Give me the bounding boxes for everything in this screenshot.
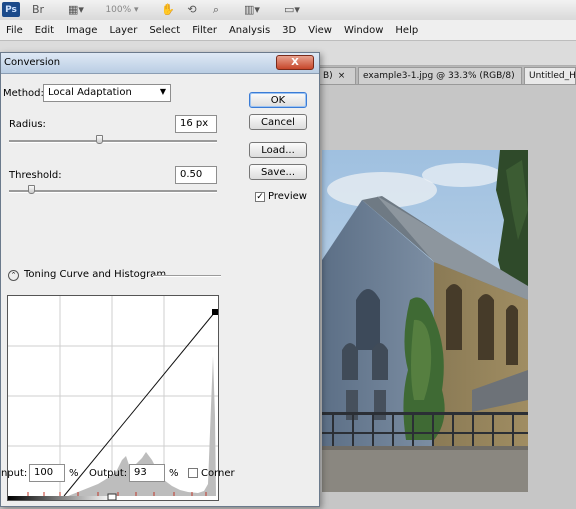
zoom-level-value: 100% bbox=[105, 4, 132, 15]
corner-checkbox[interactable] bbox=[188, 468, 198, 478]
threshold-slider-track[interactable] bbox=[9, 190, 217, 193]
method-label: Method: bbox=[3, 88, 44, 99]
cancel-button[interactable]: Cancel bbox=[249, 114, 307, 130]
radius-slider-track[interactable] bbox=[9, 140, 217, 143]
output-field[interactable]: 93 bbox=[129, 464, 165, 482]
document-image[interactable] bbox=[322, 150, 528, 492]
menu-analysis[interactable]: Analysis bbox=[223, 25, 276, 36]
output-label: Output: bbox=[89, 468, 128, 479]
output-unit: % bbox=[169, 468, 179, 479]
menu-help[interactable]: Help bbox=[389, 25, 424, 36]
chevron-down-icon: ▼ bbox=[159, 87, 166, 96]
tone-gradient-strip bbox=[8, 496, 112, 500]
output-value: 93 bbox=[134, 467, 147, 478]
menu-filter[interactable]: Filter bbox=[186, 25, 223, 36]
menu-file[interactable]: File bbox=[0, 25, 29, 36]
threshold-field[interactable]: 0.50 bbox=[175, 166, 217, 184]
doc-tab-example3[interactable]: example3-1.jpg @ 33.3% (RGB/8) × bbox=[358, 67, 522, 84]
radius-slider-handle[interactable] bbox=[96, 135, 103, 144]
preview-checkbox[interactable]: ✓ bbox=[255, 192, 265, 202]
method-value: Local Adaptation bbox=[48, 87, 132, 98]
zoom-level-box[interactable]: 100% ▾ bbox=[100, 2, 144, 17]
doc-tab-untitled-hdr[interactable]: Untitled_HD bbox=[524, 67, 576, 84]
threshold-label: Threshold: bbox=[9, 170, 62, 181]
method-dropdown[interactable]: Local Adaptation ▼ bbox=[43, 84, 171, 102]
application-bar: Ps Br ▦▾ 100% ▾ ✋ ⟲ ⌕ ▥▾ ▭▾ bbox=[0, 0, 576, 21]
menu-3d[interactable]: 3D bbox=[276, 25, 302, 36]
doc-tab-label: B) bbox=[323, 71, 333, 81]
close-icon[interactable]: × bbox=[338, 71, 346, 81]
collapse-toggle-icon[interactable]: ⌃ bbox=[8, 270, 19, 281]
zoom-icon[interactable]: ⌕ bbox=[208, 2, 224, 17]
menu-select[interactable]: Select bbox=[143, 25, 186, 36]
menu-edit[interactable]: Edit bbox=[29, 25, 60, 36]
load-label: Load... bbox=[261, 144, 295, 156]
close-icon: X bbox=[291, 57, 299, 68]
section-divider bbox=[153, 275, 221, 277]
ok-label: OK bbox=[270, 94, 286, 106]
close-icon[interactable]: × bbox=[520, 71, 521, 81]
preview-label: Preview bbox=[268, 191, 307, 202]
input-field[interactable]: 100 bbox=[29, 464, 65, 482]
arrange-documents-icon[interactable]: ▥▾ bbox=[240, 2, 264, 17]
church-photo bbox=[322, 150, 528, 492]
ok-button[interactable]: OK bbox=[249, 92, 307, 108]
toning-curve-section-title: Toning Curve and Histogram bbox=[24, 269, 167, 280]
threshold-slider-handle[interactable] bbox=[28, 185, 35, 194]
input-label: Input: bbox=[0, 468, 28, 479]
menu-image[interactable]: Image bbox=[60, 25, 103, 36]
radius-value: 16 px bbox=[180, 118, 209, 129]
menu-bar: File Edit Image Layer Select Filter Anal… bbox=[0, 20, 576, 41]
cancel-label: Cancel bbox=[261, 116, 295, 128]
corner-label: Corner bbox=[201, 468, 235, 479]
input-value: 100 bbox=[34, 467, 54, 478]
hdr-conversion-dialog: Conversion X Method: Local Adaptation ▼ … bbox=[0, 52, 320, 507]
checkmark-icon: ✓ bbox=[256, 192, 264, 202]
photoshop-logo: Ps bbox=[2, 2, 20, 17]
hand-icon[interactable]: ✋ bbox=[160, 2, 176, 17]
threshold-value: 0.50 bbox=[180, 169, 203, 180]
doc-tab-partial[interactable]: B) × bbox=[318, 67, 356, 84]
close-button[interactable]: X bbox=[276, 55, 314, 70]
rotate-view-icon[interactable]: ⟲ bbox=[184, 2, 200, 17]
save-label: Save... bbox=[260, 166, 296, 178]
doc-tab-label: Untitled_HD bbox=[529, 71, 576, 81]
load-button[interactable]: Load... bbox=[249, 142, 307, 158]
menu-view[interactable]: View bbox=[302, 25, 338, 36]
dialog-title: Conversion bbox=[4, 57, 61, 68]
input-unit: % bbox=[69, 468, 79, 479]
bridge-icon[interactable]: Br bbox=[30, 2, 46, 17]
curve-point bbox=[212, 309, 218, 315]
save-button[interactable]: Save... bbox=[249, 164, 307, 180]
view-extras-icon[interactable]: ▦▾ bbox=[64, 2, 88, 17]
screen-mode-icon[interactable]: ▭▾ bbox=[280, 2, 304, 17]
gradient-handle bbox=[107, 493, 117, 501]
menu-layer[interactable]: Layer bbox=[103, 25, 143, 36]
radius-label: Radius: bbox=[9, 119, 46, 130]
document-tabs: B) × example3-1.jpg @ 33.3% (RGB/8) × Un… bbox=[318, 66, 576, 85]
dialog-title-bar[interactable]: Conversion X bbox=[1, 53, 319, 74]
doc-tab-label: example3-1.jpg @ 33.3% (RGB/8) bbox=[363, 71, 515, 81]
menu-window[interactable]: Window bbox=[338, 25, 389, 36]
radius-field[interactable]: 16 px bbox=[175, 115, 217, 133]
